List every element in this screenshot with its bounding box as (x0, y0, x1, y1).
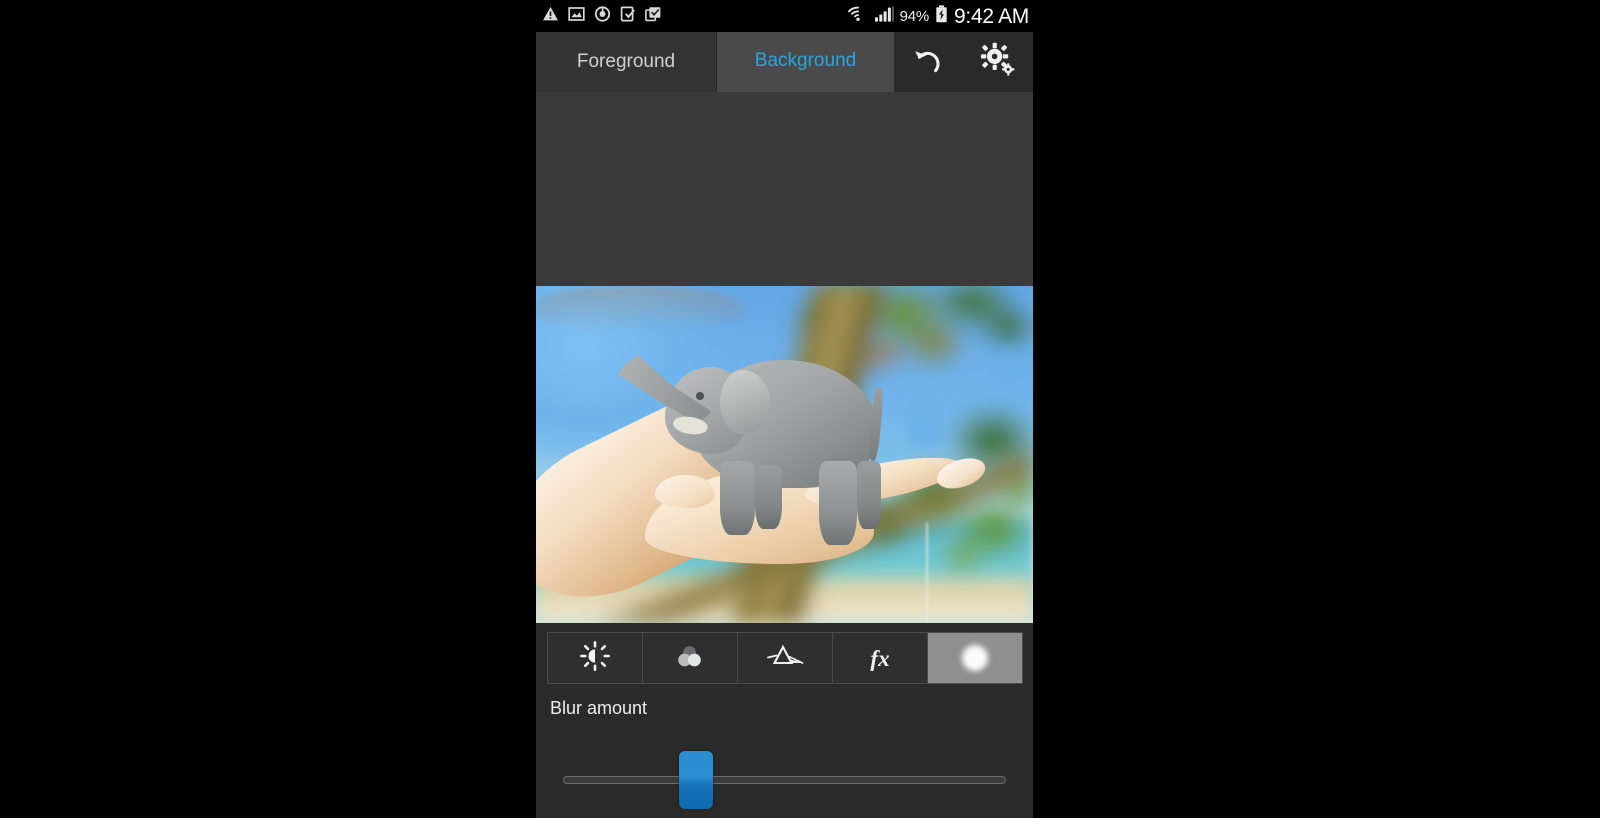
foreground-elephant (536, 286, 1033, 623)
effects-toolbar: fx (536, 623, 1033, 692)
brightness-contrast-button[interactable] (548, 633, 643, 683)
elephant-front-leg-l (719, 461, 755, 536)
tab-foreground-label: Foreground (576, 51, 676, 72)
blur-amount-label: Blur amount (550, 698, 648, 718)
wifi-icon (847, 5, 868, 27)
slider-track[interactable] (563, 776, 1006, 784)
prism-tilt-button[interactable] (738, 633, 833, 683)
canvas-area[interactable] (536, 92, 1033, 623)
tab-foreground[interactable]: Foreground (536, 32, 717, 92)
elephant-hind-leg-l (819, 461, 857, 546)
app-installed-icon (620, 6, 636, 27)
elephant-hind-leg-r (856, 461, 882, 529)
color-circles-icon (673, 641, 707, 676)
battery-charging-icon (935, 4, 948, 28)
tab-background[interactable]: Background (717, 32, 894, 92)
photo-preview[interactable] (536, 286, 1033, 623)
letterbox-right (1033, 0, 1600, 818)
battery-percent-label: 94% (899, 7, 930, 25)
alarm-icon (594, 5, 611, 27)
prism-icon (764, 643, 806, 674)
warning-icon (542, 6, 559, 27)
blur-amount-panel: Blur amount (536, 692, 1033, 818)
undo-button[interactable] (894, 32, 963, 92)
android-status-bar: 94% 9:42 AM (536, 0, 1033, 32)
gear-icon (980, 42, 1016, 83)
status-bar-system-icons: 94% 9:42 AM (847, 4, 1029, 28)
elephant-eye (696, 392, 704, 400)
tab-background-label: Background (754, 50, 857, 71)
phone-screen: 94% 9:42 AM Foreground Background fx Blu… (536, 0, 1033, 818)
blur-dot-icon (962, 645, 988, 671)
blur-amount-slider[interactable] (563, 751, 1006, 809)
brightness-icon (580, 640, 610, 676)
download-complete-icon (645, 6, 662, 27)
settings-button[interactable] (962, 32, 1033, 92)
effects-fx-button[interactable]: fx (833, 633, 928, 683)
elephant-tail (868, 386, 885, 462)
effects-button-row: fx (547, 632, 1023, 684)
cellular-signal-icon (874, 5, 894, 27)
screenshot-icon (568, 6, 585, 27)
screenshot-root: 94% 9:42 AM Foreground Background fx Blu… (0, 0, 1600, 818)
undo-icon (911, 43, 945, 82)
editor-tab-bar: Foreground Background (536, 32, 1033, 92)
elephant-ear (719, 370, 770, 435)
slider-thumb[interactable] (678, 751, 713, 809)
color-saturation-button[interactable] (643, 633, 738, 683)
status-bar-clock: 9:42 AM (954, 4, 1029, 28)
letterbox-left (0, 0, 536, 818)
elephant-front-leg-r (754, 464, 782, 529)
blur-button[interactable] (928, 633, 1022, 683)
status-bar-notification-icons (542, 5, 662, 27)
fx-icon: fx (870, 645, 890, 671)
